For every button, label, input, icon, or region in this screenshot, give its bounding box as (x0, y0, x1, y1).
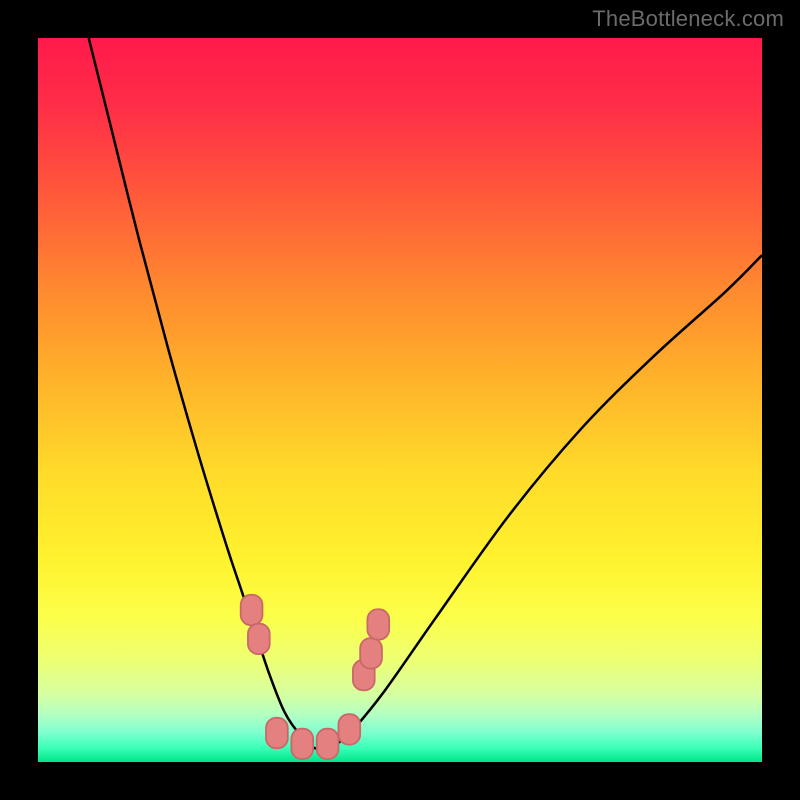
watermark-text: TheBottleneck.com (592, 6, 784, 32)
curve-marker (266, 718, 288, 748)
curve-marker (367, 609, 389, 639)
curve-marker (291, 729, 313, 759)
curve-marker (248, 624, 270, 654)
curve-marker (241, 595, 263, 625)
curve-marker (360, 638, 382, 668)
chart-frame: TheBottleneck.com (0, 0, 800, 800)
curve-marker (317, 729, 339, 759)
marker-group (241, 595, 389, 759)
curve-layer (38, 38, 762, 762)
curve-marker (338, 714, 360, 744)
bottleneck-curve (89, 38, 762, 749)
plot-area (38, 38, 762, 762)
